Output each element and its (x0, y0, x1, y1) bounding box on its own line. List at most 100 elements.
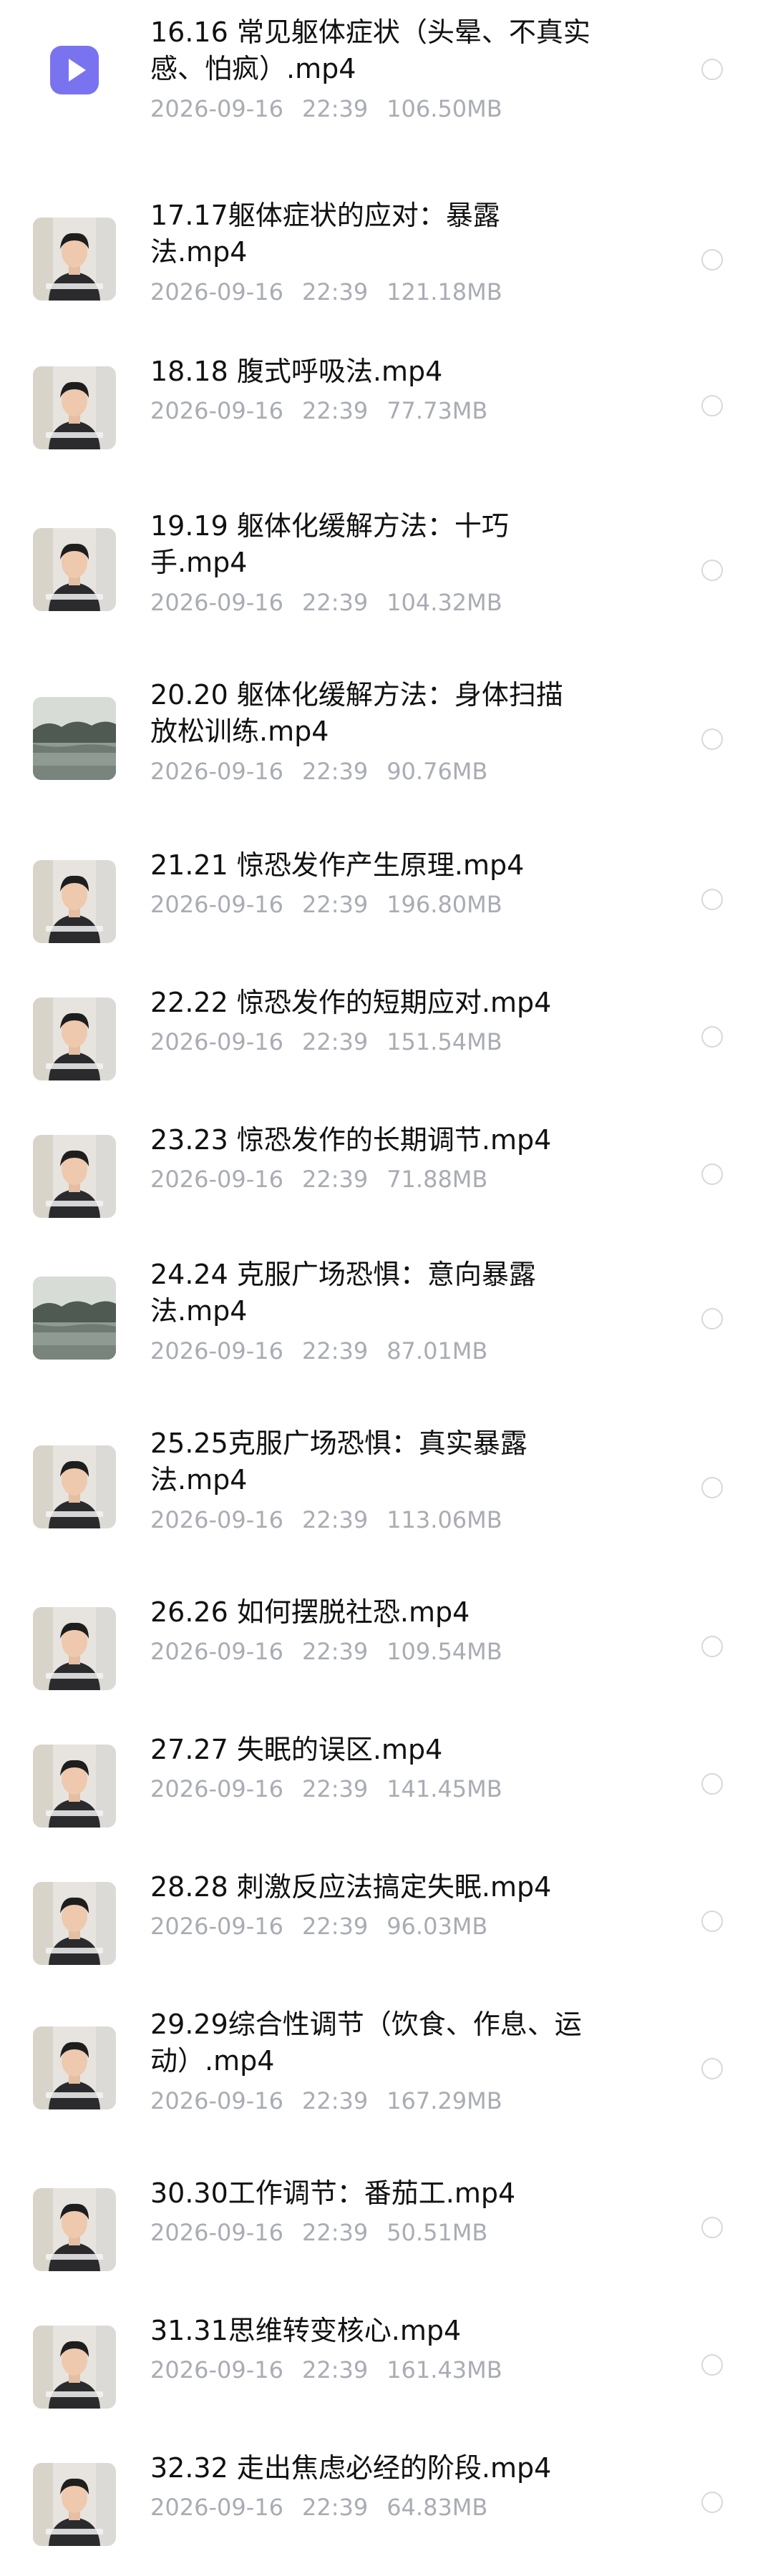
file-time: 22:39 (301, 891, 369, 918)
file-size: 71.88MB (386, 1166, 488, 1193)
select-radio[interactable] (701, 2058, 723, 2079)
file-name: 16.16 常见躯体症状（头晕、不真实 感、怕疯）.mp4 (150, 16, 590, 84)
file-row[interactable]: 26.26 如何摆脱社恐.mp4 2026-09-16 22:39 109.54MB (0, 1583, 773, 1720)
file-row[interactable]: 17.17躯体症状的应对：暴露 法.mp4 2026-09-16 22:39 121.… (0, 186, 773, 355)
file-time: 22:39 (301, 1337, 369, 1365)
select-radio[interactable] (701, 560, 723, 581)
file-time: 22:39 (301, 2087, 369, 2114)
file-row[interactable]: 30.30工作调节：番茄工.mp4 2026-09-16 22:39 50.51MB (0, 2164, 773, 2301)
file-time: 22:39 (301, 1166, 369, 1193)
file-date: 2026-09-16 (150, 2494, 283, 2521)
file-row[interactable]: 25.25克服广场恐惧：真实暴露 法.mp4 2026-09-16 22:39 113… (0, 1414, 773, 1583)
file-meta: 2026-09-16 22:39 113.06MB (150, 1506, 521, 1534)
select-radio[interactable] (701, 1911, 723, 1932)
file-date: 2026-09-16 (150, 2219, 283, 2246)
file-row[interactable]: 21.21 惊恐发作产生原理.mp4 2026-09-16 22:39 196.80M… (0, 836, 773, 973)
file-row[interactable]: 32.32 走出焦虑必经的阶段.mp4 2026-09-16 22:39 64.83M… (0, 2439, 773, 2576)
video-thumbnail (33, 218, 116, 301)
file-row[interactable]: 22.22 惊恐发作的短期应对.mp4 2026-09-16 22:39 151.54… (0, 973, 773, 1111)
file-name: 19.19 躯体化缓解方法：十巧 手.mp4 (150, 510, 509, 578)
file-name: 21.21 惊恐发作产生原理.mp4 (150, 849, 525, 881)
file-date: 2026-09-16 (150, 397, 283, 424)
file-time: 22:39 (301, 1028, 369, 1055)
file-row[interactable]: 27.27 失眠的误区.mp4 2026-09-16 22:39 141.45MB (0, 1720, 773, 1858)
file-row[interactable]: 23.23 惊恐发作的长期调节.mp4 2026-09-16 22:39 71.88M… (0, 1111, 773, 1248)
file-size: 161.43MB (386, 2356, 502, 2384)
file-name: 27.27 失眠的误区.mp4 (150, 1734, 443, 1765)
file-name: 30.30工作调节：番茄工.mp4 (150, 2177, 516, 2209)
file-date: 2026-09-16 (150, 1166, 283, 1193)
video-thumbnail (33, 2188, 116, 2271)
file-name: 17.17躯体症状的应对：暴露 法.mp4 (150, 200, 500, 268)
video-thumbnail (33, 1607, 116, 1690)
file-meta: 2026-09-16 22:39 167.29MB (150, 2087, 521, 2115)
file-row[interactable]: 20.20 躯体化缓解方法：身体扫描 放松训练.mp4 2026-09-16 22:… (0, 665, 773, 834)
select-radio[interactable] (701, 395, 723, 416)
file-time: 22:39 (301, 2356, 369, 2384)
file-name: 32.32 走出焦虑必经的阶段.mp4 (150, 2452, 552, 2484)
select-radio[interactable] (701, 1773, 723, 1795)
select-radio[interactable] (701, 59, 723, 80)
file-size: 167.29MB (386, 2087, 502, 2114)
select-radio[interactable] (701, 249, 723, 270)
file-meta: 2026-09-16 22:39 96.03MB (150, 1912, 506, 1941)
file-date: 2026-09-16 (150, 1506, 283, 1533)
file-name: 25.25克服广场恐惧：真实暴露 法.mp4 (150, 1428, 528, 1496)
file-meta: 2026-09-16 22:39 87.01MB (150, 1337, 506, 1365)
file-date: 2026-09-16 (150, 891, 283, 918)
select-radio[interactable] (701, 1163, 723, 1185)
video-thumbnail (33, 997, 116, 1080)
file-list: 16.16 常见躯体症状（头晕、不真实 感、怕疯）.mp4 2026-09-16 2… (0, 0, 773, 2573)
file-time: 22:39 (301, 1506, 369, 1533)
file-date: 2026-09-16 (150, 95, 283, 122)
file-size: 64.83MB (386, 2494, 488, 2521)
select-radio[interactable] (701, 889, 723, 910)
file-time: 22:39 (301, 278, 369, 306)
file-date: 2026-09-16 (150, 1775, 283, 1802)
file-date: 2026-09-16 (150, 758, 283, 785)
select-radio[interactable] (701, 1026, 723, 1048)
video-thumbnail (33, 2463, 116, 2546)
video-thumbnail (33, 1135, 116, 1218)
file-row[interactable]: 18.18 腹式呼吸法.mp4 2026-09-16 22:39 77.73MB (0, 342, 773, 479)
select-radio[interactable] (701, 1477, 723, 1498)
file-meta: 2026-09-16 22:39 90.76MB (150, 757, 506, 786)
select-radio[interactable] (701, 728, 723, 750)
select-radio[interactable] (701, 1308, 723, 1330)
file-meta: 2026-09-16 22:39 109.54MB (150, 1637, 521, 1666)
file-meta: 2026-09-16 22:39 106.50MB (150, 94, 521, 123)
file-date: 2026-09-16 (150, 2356, 283, 2384)
file-date: 2026-09-16 (150, 1638, 283, 1665)
video-thumbnail (33, 860, 116, 943)
file-name: 28.28 刺激反应法搞定失眠.mp4 (150, 1871, 552, 1903)
file-meta: 2026-09-16 22:39 121.18MB (150, 278, 521, 306)
file-time: 22:39 (301, 2219, 369, 2246)
file-time: 22:39 (301, 397, 369, 424)
file-row[interactable]: 29.29综合性调节（饮食、作息、运 动）.mp4 2026-09-16 22:39… (0, 1995, 773, 2164)
video-thumbnail (33, 366, 116, 449)
video-thumbnail (33, 528, 116, 611)
video-thumbnail (33, 2026, 116, 2109)
file-name: 26.26 如何摆脱社恐.mp4 (150, 1596, 470, 1628)
select-radio[interactable] (701, 2217, 723, 2238)
file-size: 90.76MB (386, 758, 488, 785)
file-meta: 2026-09-16 22:39 77.73MB (150, 396, 506, 425)
file-time: 22:39 (301, 2494, 369, 2521)
file-row[interactable]: 24.24 克服广场恐惧：意向暴露 法.mp4 2026-09-16 22:39 87… (0, 1245, 773, 1414)
file-size: 50.51MB (386, 2219, 488, 2246)
file-meta: 2026-09-16 22:39 151.54MB (150, 1028, 521, 1056)
file-meta: 2026-09-16 22:39 161.43MB (150, 2356, 521, 2384)
file-meta: 2026-09-16 22:39 64.83MB (150, 2493, 506, 2522)
file-time: 22:39 (301, 589, 369, 616)
file-meta: 2026-09-16 22:39 50.51MB (150, 2218, 506, 2247)
select-radio[interactable] (701, 2354, 723, 2376)
file-row[interactable]: 28.28 刺激反应法搞定失眠.mp4 2026-09-16 22:39 96.03M… (0, 1858, 773, 1995)
file-size: 196.80MB (386, 891, 502, 918)
select-radio[interactable] (701, 2492, 723, 2513)
file-row[interactable]: 31.31思维转变核心.mp4 2026-09-16 22:39 161.43MB (0, 2301, 773, 2439)
select-radio[interactable] (701, 1636, 723, 1657)
file-row[interactable]: 16.16 常见躯体症状（头晕、不真实 感、怕疯）.mp4 2026-09-16 2… (0, 0, 773, 169)
file-date: 2026-09-16 (150, 278, 283, 306)
file-time: 22:39 (301, 1638, 369, 1665)
file-row[interactable]: 19.19 躯体化缓解方法：十巧 手.mp4 2026-09-16 22:39 104… (0, 497, 773, 665)
